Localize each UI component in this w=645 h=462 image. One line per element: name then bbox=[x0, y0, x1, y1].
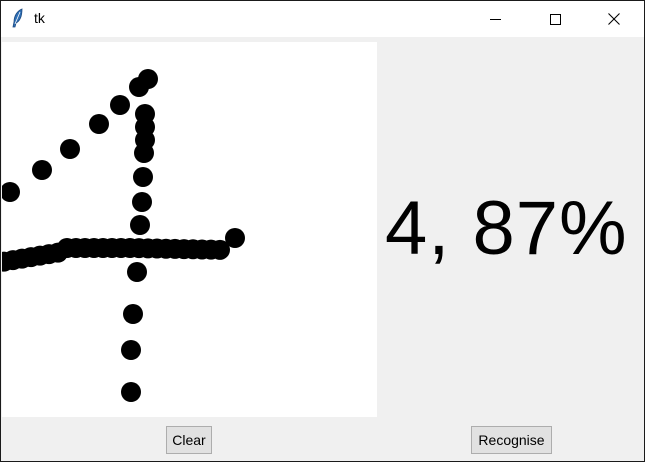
maximize-button[interactable] bbox=[532, 1, 578, 37]
drawn-digit bbox=[2, 69, 245, 402]
feather-icon bbox=[11, 8, 25, 28]
minimize-button[interactable] bbox=[472, 1, 518, 37]
stroke-dot bbox=[32, 160, 52, 180]
stroke-dot bbox=[133, 167, 153, 187]
stroke-dot bbox=[225, 228, 245, 248]
stroke-dot bbox=[89, 114, 109, 134]
prediction-label: 4, 87% bbox=[385, 186, 628, 271]
stroke-dot bbox=[130, 215, 150, 235]
close-icon bbox=[608, 13, 620, 25]
stroke-dot bbox=[2, 182, 20, 202]
minimize-icon bbox=[489, 14, 501, 25]
window-title: tk bbox=[34, 10, 45, 26]
stroke-dot bbox=[127, 262, 147, 282]
stroke-dot bbox=[138, 69, 158, 89]
stroke-dot bbox=[60, 139, 80, 159]
clear-button[interactable]: Clear bbox=[166, 426, 212, 454]
stroke-dot bbox=[132, 192, 152, 212]
title-bar[interactable]: tk bbox=[1, 1, 644, 37]
stroke-dot bbox=[121, 382, 141, 402]
app-window: tk 4, 87% Clear Recognise bbox=[0, 0, 645, 462]
drawing-canvas[interactable] bbox=[2, 42, 377, 417]
close-button[interactable] bbox=[591, 1, 637, 37]
stroke-dot bbox=[110, 95, 130, 115]
stroke-dot bbox=[123, 304, 143, 324]
maximize-icon bbox=[549, 13, 561, 25]
recognise-button[interactable]: Recognise bbox=[471, 426, 552, 454]
stroke-dot bbox=[121, 340, 141, 360]
stroke-dot bbox=[134, 143, 154, 163]
